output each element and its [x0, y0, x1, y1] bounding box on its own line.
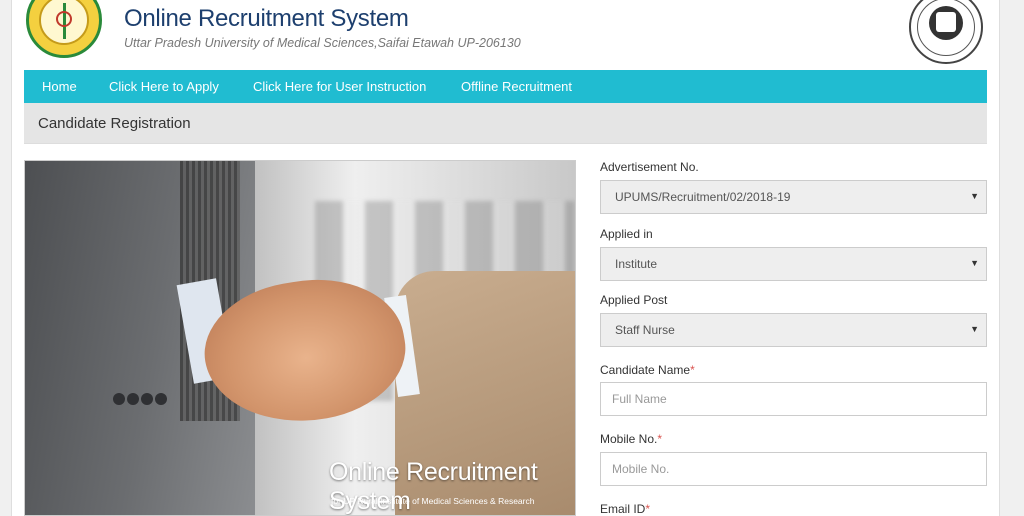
- required-marker: *: [657, 432, 663, 446]
- mobile-label: Mobile No.*: [600, 432, 662, 446]
- site-header: Online Recruitment System Uttar Pradesh …: [12, 0, 999, 70]
- caret-down-icon: ▼: [970, 324, 979, 334]
- candidate-name-label-text: Candidate Name: [600, 363, 691, 377]
- nav-user-instruction[interactable]: Click Here for User Instruction: [253, 70, 426, 103]
- nav-offline-recruitment[interactable]: Offline Recruitment: [461, 70, 572, 103]
- hero-subtitle: for UP Rural Institute of Medical Scienc…: [331, 496, 535, 506]
- suit-buttons: [113, 393, 169, 409]
- applied-in-label: Applied in: [600, 227, 653, 241]
- up-government-seal-icon: [909, 0, 983, 64]
- breadcrumb-label: Candidate Registration: [38, 115, 191, 132]
- mobile-label-text: Mobile No.: [600, 432, 658, 446]
- required-marker: *: [690, 363, 695, 377]
- email-label-text: Email ID: [600, 502, 646, 516]
- nav-home[interactable]: Home: [42, 70, 77, 103]
- nav-apply[interactable]: Click Here to Apply: [109, 70, 219, 103]
- caret-down-icon: ▼: [970, 258, 979, 268]
- site-subtitle: Uttar Pradesh University of Medical Scie…: [124, 36, 521, 50]
- site-title: Online Recruitment System: [124, 5, 409, 32]
- main-navbar: Home Click Here to Apply Click Here for …: [24, 70, 987, 103]
- hero-image: Online Recruitment System for UP Rural I…: [24, 160, 576, 516]
- caret-down-icon: ▼: [970, 191, 979, 201]
- required-marker: *: [645, 502, 651, 516]
- applied-post-value: Staff Nurse: [615, 323, 675, 337]
- email-label: Email ID*: [600, 502, 650, 516]
- page-container: Online Recruitment System Uttar Pradesh …: [11, 0, 1000, 516]
- hero-title: Online Recruitment System: [329, 458, 538, 515]
- candidate-name-input[interactable]: [600, 382, 987, 416]
- applied-in-select[interactable]: Institute ▼: [600, 247, 987, 281]
- breadcrumb: Candidate Registration: [24, 103, 987, 144]
- applied-post-select[interactable]: Staff Nurse ▼: [600, 313, 987, 347]
- mobile-input[interactable]: [600, 452, 987, 486]
- applied-post-label: Applied Post: [600, 293, 668, 307]
- applied-in-value: Institute: [615, 257, 658, 271]
- advertisement-value: UPUMS/Recruitment/02/2018-19: [615, 190, 791, 204]
- advertisement-label: Advertisement No.: [600, 160, 699, 174]
- advertisement-select[interactable]: UPUMS/Recruitment/02/2018-19 ▼: [600, 180, 987, 214]
- candidate-name-label: Candidate Name*: [600, 363, 695, 377]
- university-emblem-icon: [26, 0, 102, 58]
